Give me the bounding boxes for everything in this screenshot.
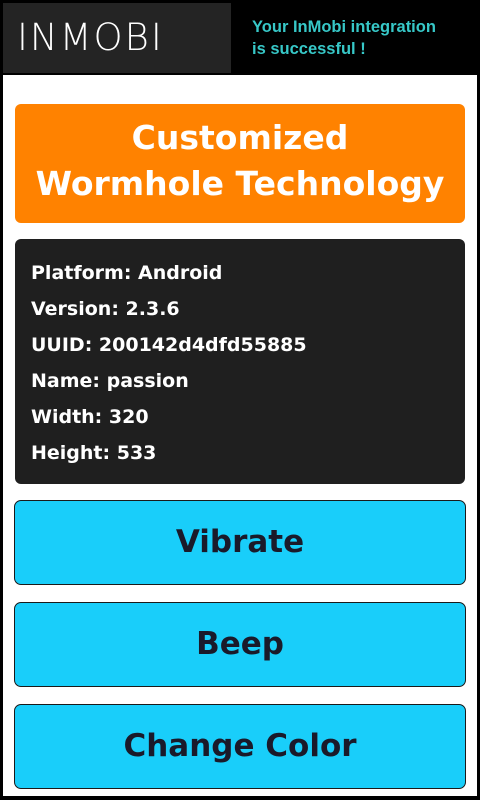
title-banner: Customized Wormhole Technology xyxy=(15,104,465,223)
name-info: Name: passion xyxy=(31,370,189,392)
banner-message: Your InMobi integration is successful ! xyxy=(252,18,436,58)
uuid-info: UUID: 200142d4dfd55885 xyxy=(31,334,307,356)
vibrate-button[interactable]: Vibrate xyxy=(14,500,466,585)
ad-banner[interactable]: INMOBI Your InMobi integration is succes… xyxy=(0,0,480,75)
beep-button[interactable]: Beep xyxy=(14,602,466,687)
title-line-2: Wormhole Technology xyxy=(35,164,445,203)
main-content: Customized Wormhole Technology Platform:… xyxy=(3,75,477,796)
height-info: Height: 533 xyxy=(31,442,157,464)
device-info-panel: Platform: Android Version: 2.3.6 UUID: 2… xyxy=(15,239,465,484)
version-info: Version: 2.3.6 xyxy=(31,298,180,320)
inmobi-logo-panel: INMOBI xyxy=(3,3,231,73)
platform-info: Platform: Android xyxy=(31,262,223,284)
change-color-button[interactable]: Change Color xyxy=(14,704,466,789)
title-line-1: Customized xyxy=(131,118,349,157)
inmobi-logo: INMOBI xyxy=(17,16,164,59)
width-info: Width: 320 xyxy=(31,406,149,428)
